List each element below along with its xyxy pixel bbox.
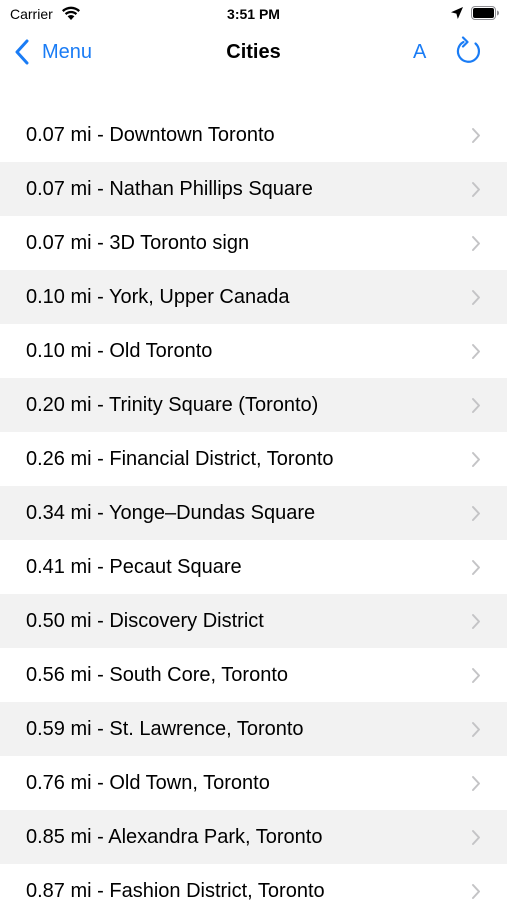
city-label: 0.41 mi - Pecaut Square (26, 556, 242, 578)
list-item[interactable]: 0.07 mi - Nathan Phillips Square (0, 162, 507, 216)
chevron-right-icon (472, 721, 480, 737)
battery-icon (471, 6, 499, 20)
list-item[interactable]: 0.07 mi - Downtown Toronto (0, 108, 507, 162)
list-item[interactable]: 0.59 mi - St. Lawrence, Toronto (0, 702, 507, 756)
city-label: 0.26 mi - Financial District, Toronto (26, 448, 334, 470)
city-label: 0.07 mi - 3D Toronto sign (26, 232, 250, 254)
navigation-bar: Menu Cities A (0, 28, 507, 78)
list-item[interactable]: 0.10 mi - York, Upper Canada (0, 270, 507, 324)
list-item[interactable]: 0.34 mi - Yonge–Dundas Square (0, 486, 507, 540)
chevron-right-icon (472, 667, 480, 683)
chevron-right-icon (472, 289, 480, 305)
list-item[interactable]: 0.85 mi - Alexandra Park, Toronto (0, 810, 507, 864)
list-item[interactable]: 0.10 mi - Old Toronto (0, 324, 507, 378)
city-label: 0.07 mi - Downtown Toronto (26, 124, 275, 146)
list-item[interactable]: 0.20 mi - Trinity Square (Toronto) (0, 378, 507, 432)
city-label: 0.85 mi - Alexandra Park, Toronto (26, 826, 323, 848)
city-label: 0.50 mi - Discovery District (26, 610, 264, 632)
chevron-right-icon (472, 505, 480, 521)
chevron-right-icon (472, 829, 480, 845)
list-item[interactable]: 0.87 mi - Fashion District, Toronto (0, 864, 507, 918)
list-item[interactable]: 0.41 mi - Pecaut Square (0, 540, 507, 594)
list-item[interactable]: 0.50 mi - Discovery District (0, 594, 507, 648)
chevron-right-icon (472, 181, 480, 197)
chevron-right-icon (472, 451, 480, 467)
chevron-right-icon (472, 613, 480, 629)
city-list: 0.07 mi - Downtown Toronto 0.07 mi - Nat… (0, 108, 507, 918)
chevron-right-icon (472, 127, 480, 143)
chevron-right-icon (472, 883, 480, 899)
city-label: 0.59 mi - St. Lawrence, Toronto (26, 718, 304, 740)
list-item[interactable]: 0.56 mi - South Core, Toronto (0, 648, 507, 702)
chevron-right-icon (472, 397, 480, 413)
city-label: 0.07 mi - Nathan Phillips Square (26, 178, 313, 200)
city-label: 0.10 mi - York, Upper Canada (26, 286, 290, 308)
location-icon (451, 7, 463, 19)
list-item[interactable]: 0.26 mi - Financial District, Toronto (0, 432, 507, 486)
city-label: 0.20 mi - Trinity Square (Toronto) (26, 394, 319, 416)
clock-time: 3:51 PM (227, 6, 280, 22)
chevron-right-icon (472, 235, 480, 251)
list-item[interactable]: 0.07 mi - 3D Toronto sign (0, 216, 507, 270)
chevron-right-icon (472, 343, 480, 359)
chevron-right-icon (472, 775, 480, 791)
chevron-right-icon (472, 559, 480, 575)
font-size-button[interactable]: A (413, 38, 426, 66)
refresh-icon[interactable] (454, 36, 484, 66)
page-title: Cities (226, 41, 281, 63)
city-label: 0.56 mi - South Core, Toronto (26, 664, 288, 686)
city-label: 0.34 mi - Yonge–Dundas Square (26, 502, 316, 524)
status-bar: Carrier 3:51 PM (0, 0, 507, 28)
list-item[interactable]: 0.76 mi - Old Town, Toronto (0, 756, 507, 810)
city-label: 0.76 mi - Old Town, Toronto (26, 772, 270, 794)
city-label: 0.87 mi - Fashion District, Toronto (26, 880, 325, 902)
city-label: 0.10 mi - Old Toronto (26, 340, 213, 362)
